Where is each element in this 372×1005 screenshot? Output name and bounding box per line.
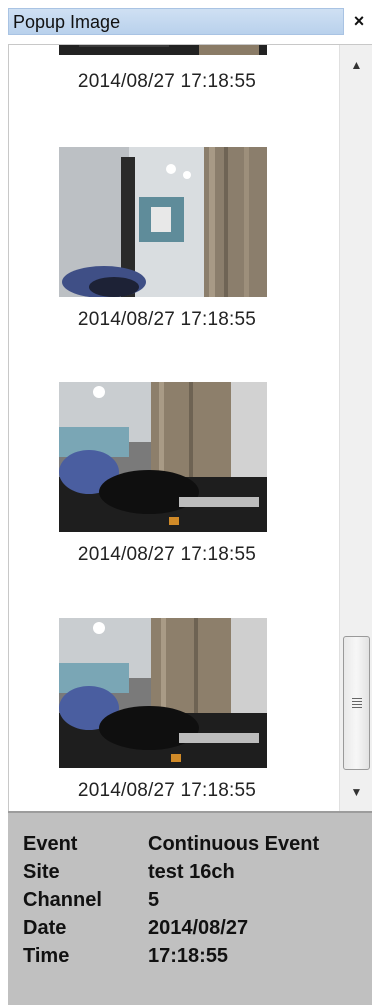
grip-line — [352, 698, 362, 699]
grip-line — [352, 704, 362, 705]
channel-value: 5 — [148, 889, 160, 911]
title-bar: Popup Image × — [0, 0, 372, 44]
title-strip: Popup Image — [8, 8, 344, 35]
camera-snapshot[interactable] — [59, 618, 267, 768]
vertical-scrollbar[interactable]: ▲ ▼ — [339, 45, 372, 811]
image-list[interactable]: 2014/08/27 17:18:55 2014/08/27 17:18:55 … — [8, 44, 372, 811]
image-list-viewport: 2014/08/27 17:18:55 2014/08/27 17:18:55 … — [9, 45, 335, 811]
camera-snapshot[interactable] — [59, 382, 267, 532]
site-label: Site — [23, 861, 60, 883]
event-label: Event — [23, 833, 78, 855]
scroll-up-arrow-icon[interactable]: ▲ — [340, 45, 372, 85]
grip-line — [352, 701, 362, 702]
window-title: Popup Image — [13, 12, 121, 32]
thumbnail-timestamp: 2014/08/27 17:18:55 — [77, 309, 257, 330]
camera-snapshot[interactable] — [59, 147, 267, 297]
scrollbar-thumb[interactable] — [343, 636, 370, 770]
scroll-down-arrow-icon[interactable]: ▼ — [340, 772, 372, 811]
close-button[interactable]: × — [348, 8, 370, 34]
date-label: Date — [23, 917, 67, 939]
grip-line — [352, 707, 362, 708]
thumbnail-timestamp: 2014/08/27 17:18:55 — [77, 544, 257, 565]
thumbnail-timestamp: 2014/08/27 17:18:55 — [77, 780, 257, 801]
thumbnail-timestamp: 2014/08/27 17:18:55 — [77, 71, 257, 92]
event-info-panel: Event Continuous Event Site test 16ch Ch… — [8, 811, 372, 1005]
site-value: test 16ch — [148, 861, 235, 883]
channel-label: Channel — [23, 889, 102, 911]
time-value: 17:18:55 — [148, 945, 229, 967]
time-label: Time — [23, 945, 70, 967]
date-value: 2014/08/27 — [148, 917, 249, 939]
camera-snapshot[interactable] — [59, 45, 267, 55]
event-value: Continuous Event — [148, 833, 320, 855]
